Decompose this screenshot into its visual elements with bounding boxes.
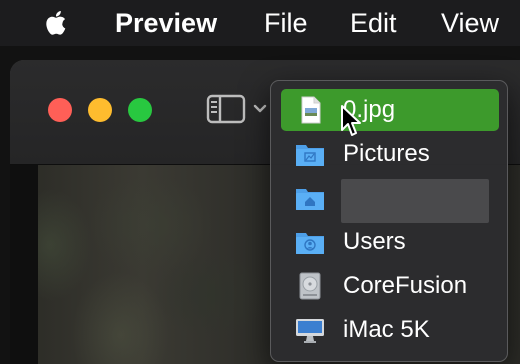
popup-item-corefusion[interactable]: CoreFusion xyxy=(281,265,499,307)
imac-icon xyxy=(296,319,324,343)
popup-item-label: Pictures xyxy=(343,140,430,167)
chevron-down-icon[interactable] xyxy=(253,104,267,114)
popup-item-pictures[interactable]: Pictures xyxy=(281,133,499,175)
screen: Preview File Edit View 0.jpg Pictures Us… xyxy=(0,0,520,364)
popup-item-label: Users xyxy=(343,228,406,255)
minimize-button[interactable] xyxy=(88,98,112,122)
users-folder-icon xyxy=(296,233,324,254)
mouse-cursor-icon xyxy=(341,105,361,136)
hard-drive-icon xyxy=(299,272,321,300)
home-folder-icon xyxy=(296,189,324,210)
menu-view[interactable]: View xyxy=(441,7,499,39)
jpg-document-icon xyxy=(301,96,321,124)
menu-file[interactable]: File xyxy=(264,7,308,39)
pictures-folder-icon xyxy=(296,145,324,166)
apple-logo-icon[interactable] xyxy=(42,8,72,38)
path-popup-menu: 0.jpg Pictures Users CoreFusion iMac 5K xyxy=(270,80,508,362)
popup-item-home[interactable] xyxy=(281,177,499,223)
popup-item-imac[interactable]: iMac 5K xyxy=(281,309,499,351)
close-button[interactable] xyxy=(48,98,72,122)
popup-item-users[interactable]: Users xyxy=(281,221,499,263)
popup-item-label: CoreFusion xyxy=(343,272,468,299)
popup-item-file[interactable]: 0.jpg xyxy=(281,89,499,131)
image-edge xyxy=(10,165,38,364)
zoom-button[interactable] xyxy=(128,98,152,122)
popup-item-label: iMac 5K xyxy=(343,316,430,343)
menu-app-name[interactable]: Preview xyxy=(115,7,217,39)
redacted-label xyxy=(341,179,489,223)
menu-edit[interactable]: Edit xyxy=(350,7,397,39)
sidebar-toggle-icon[interactable] xyxy=(206,94,246,124)
menu-bar: Preview File Edit View xyxy=(0,0,520,46)
